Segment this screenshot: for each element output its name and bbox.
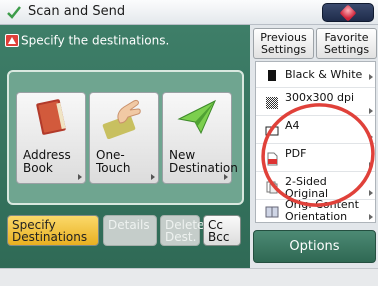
new-destination-label: New Destination <box>169 148 238 175</box>
chevron-right-icon <box>369 214 373 220</box>
diamond-status-icon <box>339 4 357 22</box>
two-sided-value: 2-Sided Original <box>285 175 329 200</box>
status-footer <box>0 268 378 286</box>
two-sided-icon <box>266 181 278 194</box>
chevron-right-icon <box>369 162 373 168</box>
color-mode-value: Black & White <box>285 68 363 81</box>
pdf-file-icon <box>267 152 278 166</box>
paper-size-icon <box>265 126 279 136</box>
settings-panel: Previous Settings Favorite Settings Blac… <box>250 25 378 268</box>
chevron-right-icon <box>369 108 373 114</box>
paper-plane-icon <box>177 99 217 135</box>
setting-file-format[interactable]: PDF <box>256 144 375 172</box>
chevron-right-icon <box>369 190 373 196</box>
favorite-settings-button[interactable]: Favorite Settings <box>316 28 377 59</box>
setting-two-sided[interactable]: 2-Sided Original <box>256 172 375 200</box>
destination-buttons-area: Address Book One-Touch New Destination <box>7 70 244 205</box>
instruction-text: Specify the destinations. <box>21 33 170 48</box>
black-white-icon <box>268 70 276 81</box>
tab-specify-destinations[interactable]: Specify Destinations <box>7 215 99 246</box>
one-touch-button[interactable]: One-Touch <box>89 92 159 184</box>
check-arrow-icon <box>7 6 21 19</box>
warning-icon <box>5 34 19 47</box>
resolution-value: 300x300 dpi <box>285 91 355 104</box>
setting-scan-size[interactable]: A4 <box>256 116 375 144</box>
orientation-value: Orig. Content Orientation <box>285 198 359 223</box>
hand-touch-icon <box>102 100 141 139</box>
tab-delete-dest[interactable]: Delete Dest. <box>160 215 204 246</box>
orientation-icon <box>265 206 279 218</box>
options-button[interactable]: Options <box>253 230 376 263</box>
title-bar: Scan and Send <box>0 0 378 25</box>
address-book-icon <box>36 99 66 135</box>
chevron-right-icon <box>151 174 155 180</box>
chevron-right-icon <box>369 74 373 80</box>
previous-settings-button[interactable]: Previous Settings <box>253 28 314 59</box>
tab-details[interactable]: Details <box>103 215 157 246</box>
chevron-right-icon <box>369 134 373 140</box>
setting-resolution[interactable]: 300x300 dpi <box>256 88 375 116</box>
tab-cc-bcc[interactable]: Cc Bcc <box>203 215 241 246</box>
destination-panel: Specify the destinations. Address Book O… <box>0 25 250 268</box>
address-book-label: Address Book <box>23 148 71 175</box>
one-touch-label: One-Touch <box>96 148 131 175</box>
address-book-button[interactable]: Address Book <box>16 92 86 184</box>
setting-color-mode[interactable]: Black & White <box>256 62 375 88</box>
resolution-icon <box>266 97 278 109</box>
setting-orientation[interactable]: Orig. Content Orientation <box>256 198 375 224</box>
chevron-right-icon <box>224 174 228 180</box>
file-format-value: PDF <box>285 147 307 160</box>
chevron-right-icon <box>78 174 82 180</box>
new-destination-button[interactable]: New Destination <box>162 92 238 184</box>
instruction-message: Specify the destinations. <box>5 30 245 49</box>
settings-list: Black & White 300x300 dpi A4 PDF 2-Sided… <box>255 61 376 223</box>
app-title: Scan and Send <box>28 4 126 19</box>
scan-size-value: A4 <box>285 119 300 132</box>
status-monitor-button[interactable] <box>322 3 374 22</box>
